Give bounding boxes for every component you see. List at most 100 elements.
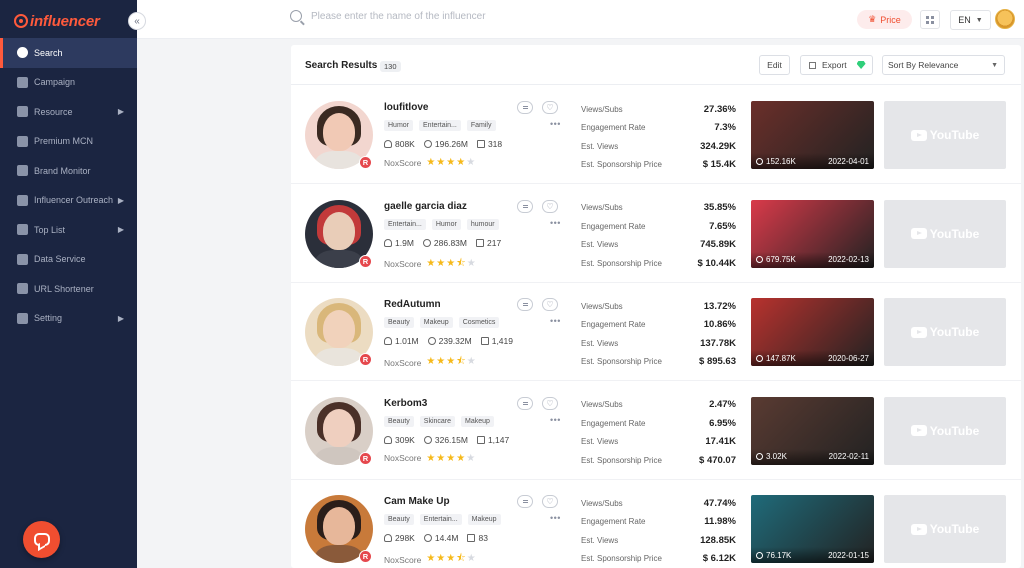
influencer-name[interactable]: RedAutumn bbox=[384, 299, 441, 310]
sidebar-item-resource[interactable]: Resource ▶ bbox=[0, 97, 137, 127]
sidebar-item-setting[interactable]: Setting ▶ bbox=[0, 304, 137, 334]
influencer-row[interactable]: Rgaelle garcia diaz ♡ ••• Entertain... Humor… bbox=[291, 185, 1021, 283]
influencer-name[interactable]: Cam Make Up bbox=[384, 496, 450, 507]
heart-icon[interactable]: ♡ bbox=[542, 396, 558, 410]
sort-select[interactable]: Sort By Relevance ▼ bbox=[882, 55, 1005, 75]
category-tag[interactable]: Skincare bbox=[419, 415, 456, 427]
more-options-icon[interactable]: ••• bbox=[550, 316, 561, 326]
category-tag[interactable]: Cosmetics bbox=[458, 317, 500, 328]
more-options-icon[interactable]: ••• bbox=[550, 513, 561, 523]
price-label: Price bbox=[880, 14, 901, 25]
influencer-row[interactable]: R Kerbom3 ♡ ••• Beauty Skincare Makeup 309K 326.… bbox=[291, 382, 1021, 480]
noxscore-stars: ★★★⯪★ bbox=[426, 354, 476, 371]
category-tag[interactable]: Beauty bbox=[384, 415, 414, 427]
category-tag[interactable]: Entertain... bbox=[384, 218, 426, 230]
avatar[interactable]: R bbox=[305, 298, 373, 366]
sidebar-item-influencer-outreach[interactable]: Influencer Outreach ▶ bbox=[0, 186, 137, 216]
views-stat: 286.83M bbox=[422, 238, 467, 248]
metric-label: Engagement Rate bbox=[581, 123, 646, 133]
youtube-placeholder[interactable]: YouTube bbox=[884, 199, 1006, 268]
metric-label: Views/Subs bbox=[581, 203, 623, 213]
category-tag[interactable]: Humor bbox=[431, 218, 461, 230]
video-thumbnail[interactable]: 679.75K 2022-02-13 bbox=[751, 199, 874, 268]
avatar[interactable]: R bbox=[305, 495, 373, 563]
category-tag[interactable]: Beauty bbox=[384, 514, 414, 525]
youtube-icon bbox=[910, 326, 927, 338]
sidebar-item-campaign[interactable]: Campaign bbox=[0, 68, 137, 98]
heart-icon[interactable]: ♡ bbox=[542, 101, 558, 114]
export-button[interactable]: Export bbox=[800, 55, 873, 75]
language-select[interactable]: EN ▼ bbox=[950, 10, 991, 30]
heart-icon[interactable]: ♡ bbox=[542, 298, 558, 311]
category-tag[interactable]: humour bbox=[466, 218, 499, 230]
sidebar-item-label: Data Service bbox=[34, 254, 86, 265]
category-tag[interactable]: Humor bbox=[384, 120, 414, 131]
avatar[interactable]: R bbox=[305, 396, 373, 465]
category-tag[interactable]: Makeup bbox=[461, 415, 494, 427]
youtube-placeholder[interactable]: YouTube bbox=[884, 101, 1006, 169]
metrics-list: Views/Subs 2.47% Engagement Rate 6.95% Est. … bbox=[581, 396, 736, 470]
videos-icon bbox=[480, 337, 489, 345]
user-avatar[interactable] bbox=[995, 9, 1015, 29]
sidebar-item-brand-monitor[interactable]: Brand Monitor bbox=[0, 156, 137, 186]
note-icon[interactable] bbox=[517, 396, 533, 410]
influencer-row[interactable]: Rloufitlove ♡ ••• Humor Entertain... Family 80… bbox=[291, 86, 1021, 184]
sidebar-item-premium-mcn[interactable]: Premium MCN bbox=[0, 127, 137, 157]
category-tag[interactable]: Makeup bbox=[467, 514, 501, 525]
language-label: EN bbox=[958, 15, 971, 25]
metric-est-views: Est. Views 128.85K bbox=[581, 531, 736, 550]
youtube-placeholder[interactable]: YouTube bbox=[884, 495, 1006, 563]
video-thumbnail[interactable]: 147.87K 2020-06-27 bbox=[751, 298, 874, 366]
note-icon[interactable] bbox=[517, 101, 533, 114]
video-thumbnail[interactable]: 76.17K 2022-01-15 bbox=[751, 495, 874, 563]
chat-support-button[interactable] bbox=[23, 521, 60, 558]
collapse-sidebar-button[interactable]: « bbox=[128, 12, 146, 30]
metrics-list: Views/Subs 13.72% Engagement Rate 10.86% Est… bbox=[581, 297, 736, 371]
metric-value: 324.29K bbox=[700, 140, 736, 152]
more-options-icon[interactable]: ••• bbox=[550, 119, 561, 129]
video-thumbnail[interactable]: 3.02K 2022-02-11 bbox=[751, 396, 874, 465]
category-tag[interactable]: Makeup bbox=[419, 317, 453, 328]
search-input[interactable] bbox=[311, 10, 611, 22]
influencer-name[interactable]: loufitlove bbox=[384, 102, 428, 113]
category-tag[interactable]: Entertain... bbox=[419, 120, 461, 131]
noxscore-stars: ★★★⯪★ bbox=[426, 551, 476, 568]
metric-label: Est. Sponsorship Price bbox=[581, 455, 662, 465]
more-options-icon[interactable]: ••• bbox=[550, 218, 561, 228]
logo[interactable]: influencer bbox=[14, 12, 100, 30]
price-button[interactable]: ♛ Price bbox=[857, 10, 912, 29]
category-tag[interactable]: Family bbox=[466, 120, 496, 131]
influencer-name[interactable]: gaelle garcia diaz bbox=[384, 201, 467, 212]
note-icon[interactable] bbox=[517, 495, 533, 508]
youtube-placeholder[interactable]: YouTube bbox=[884, 298, 1006, 366]
star-icon: ★ bbox=[456, 452, 467, 464]
note-icon[interactable] bbox=[517, 298, 533, 311]
influencer-name[interactable]: Kerbom3 bbox=[384, 398, 427, 409]
edit-button[interactable]: Edit bbox=[759, 55, 790, 75]
category-tag[interactable]: Beauty bbox=[384, 317, 414, 328]
more-options-icon[interactable]: ••• bbox=[550, 415, 561, 425]
video-thumbnail[interactable]: 152.16K 2022-04-01 bbox=[751, 101, 874, 169]
avatar[interactable]: R bbox=[305, 101, 373, 169]
influencer-row[interactable]: R RedAutumn ♡ ••• Beauty Makeup Cosmetics 1.01M… bbox=[291, 283, 1021, 381]
heart-icon[interactable]: ♡ bbox=[542, 495, 558, 508]
note-icon[interactable] bbox=[517, 199, 533, 213]
avatar[interactable]: R bbox=[305, 199, 373, 268]
sidebar-item-data-service[interactable]: Data Service bbox=[0, 245, 137, 275]
metric-value: 128.85K bbox=[700, 534, 736, 546]
youtube-placeholder[interactable]: YouTube bbox=[884, 396, 1006, 465]
chevron-right-icon: ▶ bbox=[117, 107, 124, 117]
influencer-row[interactable]: R Cam Make Up ♡ ••• Beauty Entertain... Makeup… bbox=[291, 480, 1021, 568]
category-tag[interactable]: Entertain... bbox=[419, 514, 462, 525]
chat-icon bbox=[33, 533, 50, 546]
rising-badge: R bbox=[359, 550, 372, 563]
metric-label: Engagement Rate bbox=[581, 221, 646, 231]
sidebar-item-search[interactable]: Search bbox=[0, 38, 137, 68]
star-icon: ★ bbox=[446, 257, 457, 269]
brand-monitor-icon bbox=[17, 165, 28, 177]
influencer-outreach-icon bbox=[17, 194, 28, 206]
sidebar-item-url-shortener[interactable]: URL Shortener bbox=[0, 274, 137, 304]
heart-icon[interactable]: ♡ bbox=[542, 199, 558, 213]
sidebar-item-top-list[interactable]: Top List ▶ bbox=[0, 215, 137, 245]
apps-grid-button[interactable] bbox=[920, 10, 940, 29]
